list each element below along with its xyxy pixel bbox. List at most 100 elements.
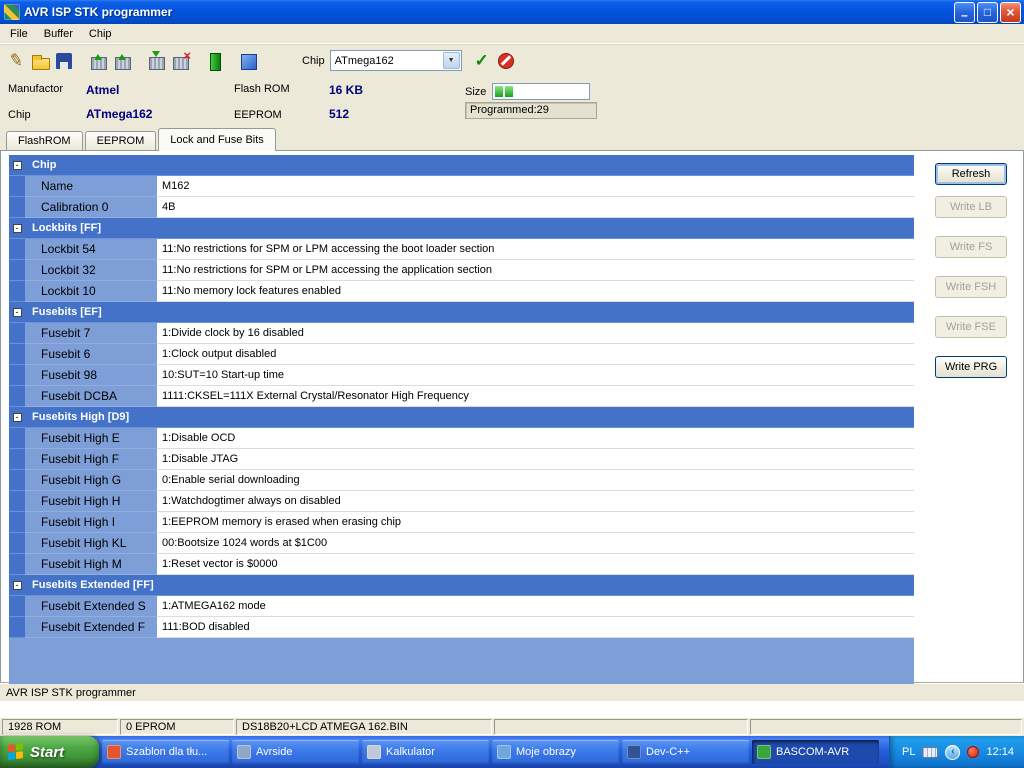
taskbar-button-dev-c[interactable]: Dev-C++ <box>622 740 749 764</box>
section-header-row: Fusebits [EF] <box>9 302 914 323</box>
taskbar-button-moje-obrazy[interactable]: Moje obrazy <box>492 740 619 764</box>
manufactor-label: Manufactor <box>8 83 64 95</box>
row-value[interactable]: 0:Enable serial downloading <box>157 470 914 491</box>
row-value[interactable]: 1111:CKSEL=111X External Crystal/Resonat… <box>157 386 914 407</box>
row-value[interactable]: 11:No restrictions for SPM or LPM access… <box>157 239 914 260</box>
device-blue-icon[interactable] <box>237 50 259 72</box>
row-strip <box>9 239 25 260</box>
row-value[interactable]: 111:BOD disabled <box>157 617 914 638</box>
row-strip <box>9 491 25 512</box>
start-button[interactable]: Start <box>0 736 99 768</box>
toolbar-separator <box>192 50 202 72</box>
grid-row: Lockbit 32 11:No restrictions for SPM or … <box>9 260 914 281</box>
grid-row: Fusebit High F 1:Disable JTAG <box>9 449 914 470</box>
collapse-toggle[interactable] <box>12 223 22 233</box>
row-label: Fusebit 98 <box>25 365 157 386</box>
eeprom-label: EEPROM <box>234 109 282 121</box>
row-value[interactable]: 1:ATMEGA162 mode <box>157 596 914 617</box>
statusbar-panel-4 <box>494 719 748 735</box>
taskbar-button-bascom-avr[interactable]: BASCOM-AVR <box>752 740 879 764</box>
statusbar-panel-2: 0 EPROM <box>120 719 234 735</box>
maximize-button[interactable] <box>977 1 998 23</box>
write-flash-icon[interactable] <box>87 50 109 72</box>
collapse-toggle[interactable] <box>12 307 22 317</box>
row-strip <box>9 428 25 449</box>
taskbar-button-szablon-dla-t-u[interactable]: Szablon dla tłu... <box>102 740 229 764</box>
grid-row: Fusebit Extended F 111:BOD disabled <box>9 617 914 638</box>
read-flash-icon[interactable] <box>145 50 167 72</box>
task-label: Kalkulator <box>386 746 435 758</box>
titlebar[interactable]: AVR ISP STK programmer <box>0 0 1024 24</box>
language-indicator[interactable]: PL <box>902 746 915 758</box>
pencil-icon[interactable] <box>5 50 27 72</box>
row-value[interactable]: 11:No memory lock features enabled <box>157 281 914 302</box>
write-fs-button: Write FS <box>935 236 1007 258</box>
row-value[interactable]: 10:SUT=10 Start-up time <box>157 365 914 386</box>
row-value[interactable]: 1:Divide clock by 16 disabled <box>157 323 914 344</box>
row-value[interactable]: 1:Reset vector is $0000 <box>157 554 914 575</box>
minimize-button[interactable] <box>954 1 975 23</box>
row-value[interactable]: 1:Disable JTAG <box>157 449 914 470</box>
progress-segment <box>495 86 504 97</box>
info-panel: Manufactor Chip Atmel ATmega162 Flash RO… <box>0 76 1024 126</box>
menubar: File Buffer Chip <box>0 24 1024 44</box>
clock: 12:14 <box>986 746 1014 758</box>
row-value[interactable]: M162 <box>157 176 914 197</box>
avrside-icon <box>237 745 251 759</box>
row-value[interactable]: 1:Disable OCD <box>157 428 914 449</box>
tab-eeprom[interactable]: EEPROM <box>84 131 157 150</box>
row-label: Fusebit High H <box>25 491 157 512</box>
open-file-icon[interactable] <box>29 50 51 72</box>
cancel-icon[interactable] <box>495 50 517 72</box>
task-label: BASCOM-AVR <box>776 746 850 758</box>
taskbar-tasks: Szablon dla tłu... Avrside Kalkulator Moje … <box>99 736 885 768</box>
erase-device-icon[interactable] <box>169 48 191 72</box>
tab-lock-and-fuse-bits[interactable]: Lock and Fuse Bits <box>158 128 276 151</box>
chevron-down-icon[interactable] <box>442 52 460 69</box>
tab-strip: FlashROM EEPROM Lock and Fuse Bits <box>0 126 1024 151</box>
row-label: Lockbit 10 <box>25 281 157 302</box>
menu-file[interactable]: File <box>2 26 36 42</box>
hide-icons-chevron-icon[interactable] <box>945 744 961 760</box>
info-values-1: Atmel ATmega162 <box>86 83 234 121</box>
save-file-icon[interactable] <box>53 50 75 72</box>
write-prg-button[interactable]: Write PRG <box>935 356 1007 378</box>
row-label: Fusebit High F <box>25 449 157 470</box>
row-value[interactable]: 1:Clock output disabled <box>157 344 914 365</box>
flash-rom-label: Flash ROM <box>234 83 290 95</box>
refresh-button[interactable]: Refresh <box>935 163 1007 185</box>
row-strip <box>9 449 25 470</box>
menu-buffer[interactable]: Buffer <box>36 26 81 42</box>
collapse-toggle[interactable] <box>12 412 22 422</box>
my-pictures-icon <box>497 745 511 759</box>
row-strip <box>9 260 25 281</box>
row-value[interactable]: 4B <box>157 197 914 218</box>
taskbar-button-kalkulator[interactable]: Kalkulator <box>362 740 489 764</box>
write-eeprom-icon[interactable] <box>111 50 133 72</box>
taskbar-button-avrside[interactable]: Avrside <box>232 740 359 764</box>
green-buffer-icon[interactable] <box>203 50 225 72</box>
tab-flashrom[interactable]: FlashROM <box>6 131 83 150</box>
row-value[interactable]: 1:EEPROM memory is erased when erasing c… <box>157 512 914 533</box>
row-strip <box>9 554 25 575</box>
grid-filler <box>9 638 914 684</box>
row-strip <box>9 470 25 491</box>
windows-logo-icon <box>8 743 25 761</box>
auto-program-icon[interactable] <box>471 50 493 72</box>
keyboard-icon[interactable] <box>922 746 939 758</box>
programmed-counter: Programmed:29 <box>465 102 597 119</box>
row-label: Fusebit High E <box>25 428 157 449</box>
row-value[interactable]: 00:Bootsize 1024 words at $1C00 <box>157 533 914 554</box>
chip-select[interactable]: ATmega162 <box>329 50 462 71</box>
app-statusbar: AVR ISP STK programmer <box>0 683 1024 701</box>
section-header-row: Fusebits Extended [FF] <box>9 575 914 596</box>
row-value[interactable]: 11:No restrictions for SPM or LPM access… <box>157 260 914 281</box>
close-button[interactable] <box>1000 1 1021 23</box>
collapse-toggle[interactable] <box>12 160 22 170</box>
grid-row: Fusebit High I 1:EEPROM memory is erased … <box>9 512 914 533</box>
menu-chip[interactable]: Chip <box>81 26 120 42</box>
collapse-toggle[interactable] <box>12 580 22 590</box>
grid-row: Lockbit 54 11:No restrictions for SPM or … <box>9 239 914 260</box>
tray-app-icon[interactable] <box>967 746 980 758</box>
row-value[interactable]: 1:Watchdogtimer always on disabled <box>157 491 914 512</box>
